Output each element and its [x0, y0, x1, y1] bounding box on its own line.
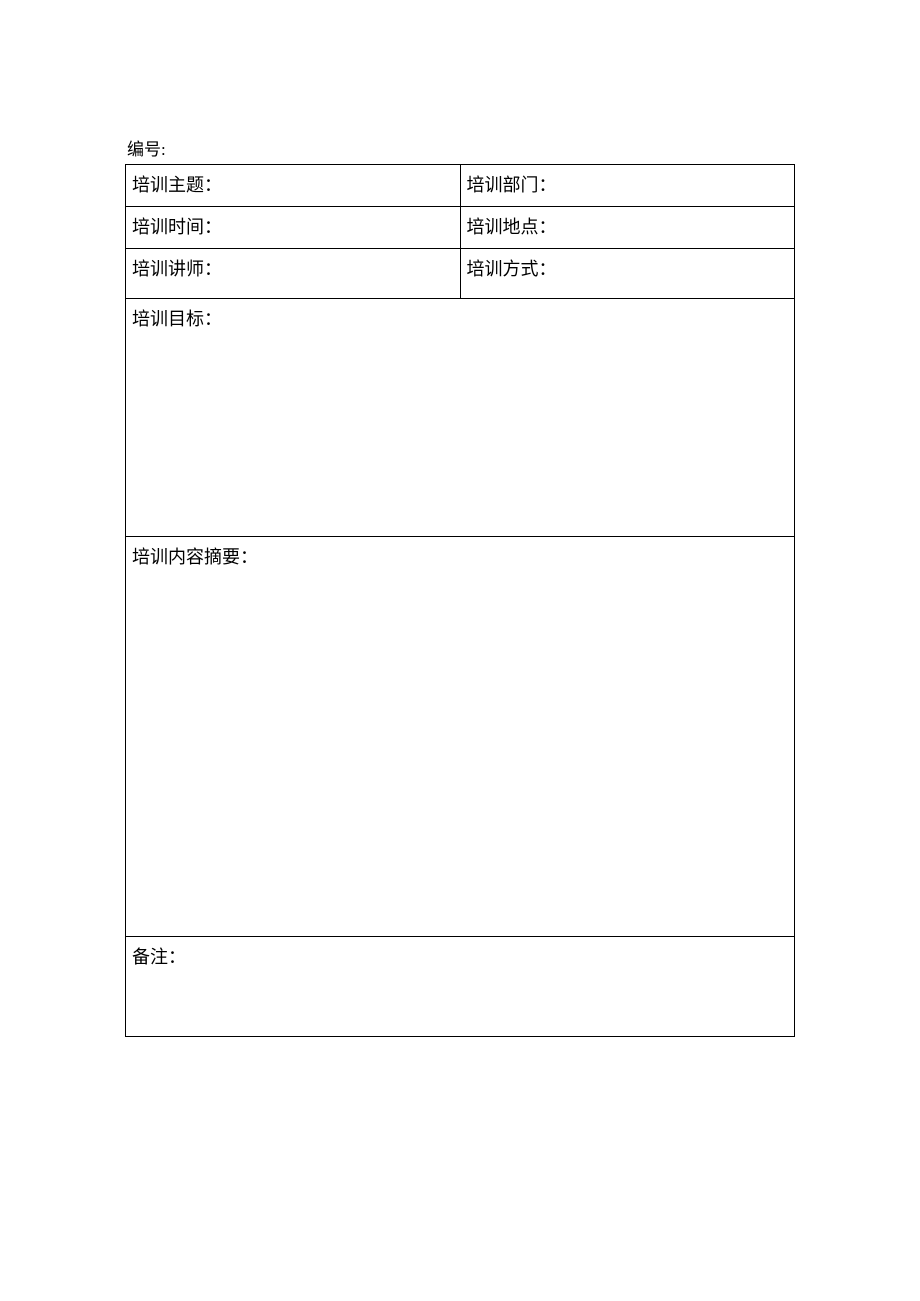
row-notes: 备注： — [126, 937, 795, 1037]
row-topic-department: 培训主题： 培训部门： — [126, 165, 795, 207]
cell-instructor: 培训讲师： — [126, 249, 461, 299]
row-time-location: 培训时间： 培训地点： — [126, 207, 795, 249]
row-goals: 培训目标： — [126, 299, 795, 537]
cell-notes: 备注： — [126, 937, 795, 1037]
id-label: 编号: — [125, 135, 795, 160]
cell-department: 培训部门： — [460, 165, 795, 207]
row-summary: 培训内容摘要： — [126, 537, 795, 937]
training-form-table: 培训主题： 培训部门： 培训时间： 培训地点： 培训讲师： 培训方式： 培训目标… — [125, 164, 795, 1037]
cell-goals: 培训目标： — [126, 299, 795, 537]
cell-summary: 培训内容摘要： — [126, 537, 795, 937]
cell-method: 培训方式： — [460, 249, 795, 299]
cell-time: 培训时间： — [126, 207, 461, 249]
row-instructor-method: 培训讲师： 培训方式： — [126, 249, 795, 299]
cell-topic: 培训主题： — [126, 165, 461, 207]
document-page: 编号: 培训主题： 培训部门： 培训时间： 培训地点： 培训讲师： 培训方式： … — [0, 0, 920, 1037]
cell-location: 培训地点： — [460, 207, 795, 249]
